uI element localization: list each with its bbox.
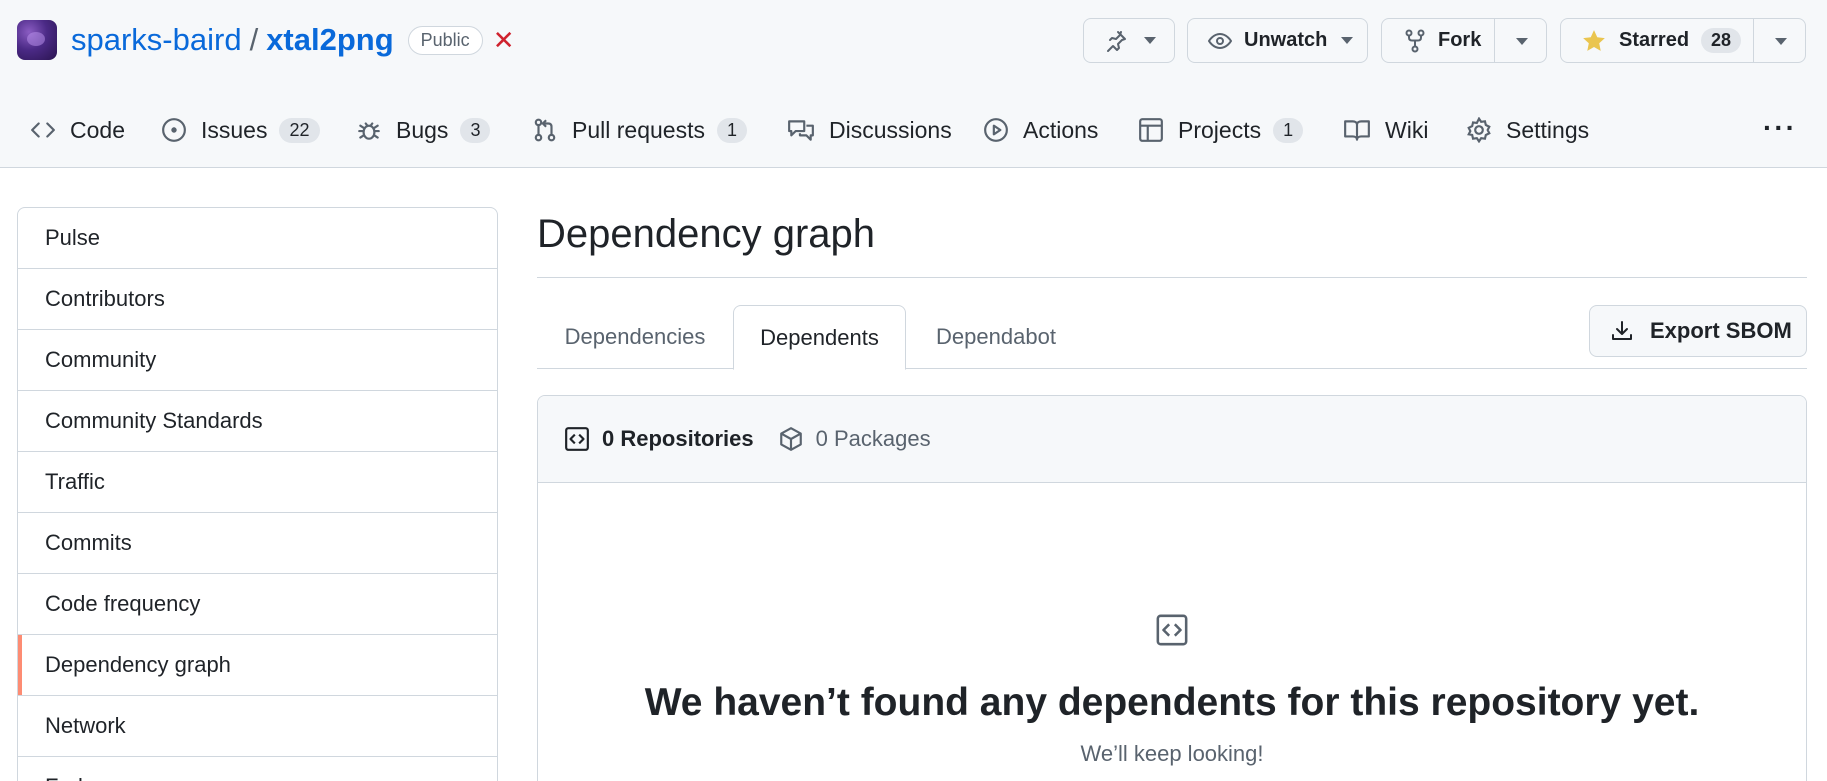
nav-label: Projects <box>1178 116 1262 143</box>
repo-separator: / <box>249 22 259 57</box>
issues-count: 22 <box>279 117 320 143</box>
star-count: 28 <box>1701 28 1742 53</box>
packages-count-label: 0 Packages <box>815 426 931 451</box>
chevron-down-icon <box>1144 37 1156 44</box>
status-x-icon[interactable]: ✕ <box>493 25 515 56</box>
nav-tab-projects[interactable]: Projects 1 <box>1138 105 1304 155</box>
sidebar-item-dependency-graph[interactable]: Dependency graph <box>18 635 497 696</box>
pin-icon <box>1104 29 1128 53</box>
repo-forked-icon <box>1404 29 1426 53</box>
code-square-icon <box>565 427 589 451</box>
repo-owner-link[interactable]: sparks-baird <box>71 22 242 58</box>
sidebar-item-forks[interactable]: Forks <box>18 757 497 781</box>
chevron-down-icon <box>1341 37 1354 44</box>
play-icon <box>984 118 1008 142</box>
packages-filter[interactable]: 0 Packages <box>778 426 931 452</box>
comment-discussion-icon <box>788 120 814 141</box>
sidebar-item-community[interactable]: Community <box>18 330 497 391</box>
repositories-count-label: 0 Repositories <box>602 426 754 451</box>
repo-header: sparks-baird / xtal2png Public ✕ Unwatch <box>0 0 1827 168</box>
repositories-filter[interactable]: 0 Repositories <box>564 426 754 452</box>
fork-button-group[interactable]: Fork <box>1381 18 1547 63</box>
star-label: Starred <box>1619 29 1690 51</box>
nav-label: Bugs <box>396 116 449 143</box>
bugs-count: 3 <box>460 117 491 143</box>
nav-label: Actions <box>1023 116 1099 143</box>
star-dropdown-chevron-icon[interactable] <box>1775 38 1787 45</box>
watch-button[interactable]: Unwatch <box>1187 18 1368 63</box>
sidebar-item-contributors[interactable]: Contributors <box>18 269 497 330</box>
sidebar-item-code-frequency[interactable]: Code frequency <box>18 574 497 635</box>
star-fill-icon <box>1581 28 1607 54</box>
sidebar-item-pulse[interactable]: Pulse <box>18 208 497 269</box>
dependents-box: 0 Repositories 0 Packages We haven’t fou… <box>537 395 1807 781</box>
code-icon <box>31 122 55 138</box>
sidebar-item-community-standards[interactable]: Community Standards <box>18 391 497 452</box>
nav-tab-discussions[interactable]: Discussions <box>787 105 952 155</box>
sidebar-item-commits[interactable]: Commits <box>18 513 497 574</box>
git-pull-request-icon <box>534 118 556 142</box>
title-divider <box>537 277 1807 278</box>
nav-tab-issues[interactable]: Issues 22 <box>161 105 320 155</box>
nav-tab-code[interactable]: Code <box>30 105 125 155</box>
blankslate-title: We haven’t found any dependents for this… <box>644 681 1700 724</box>
button-divider <box>1494 19 1495 62</box>
export-sbom-button[interactable]: Export SBOM <box>1589 305 1807 357</box>
sidebar-item-network[interactable]: Network <box>18 696 497 757</box>
tab-dependabot[interactable]: Dependabot <box>906 305 1086 369</box>
repo-nav: Code Issues 22 Bugs 3 Pull requests 1 Di… <box>0 105 1827 155</box>
nav-tab-settings[interactable]: Settings <box>1466 105 1589 155</box>
pin-button[interactable] <box>1083 18 1175 63</box>
issue-opened-icon <box>162 118 186 142</box>
bug-icon <box>358 122 380 140</box>
repo-name-link[interactable]: xtal2png <box>266 22 393 58</box>
tab-dependents[interactable]: Dependents <box>733 305 906 370</box>
nav-tab-actions[interactable]: Actions <box>983 105 1098 155</box>
nav-label: Wiki <box>1385 116 1429 143</box>
star-button-group[interactable]: Starred 28 <box>1560 18 1806 63</box>
gear-icon <box>1467 117 1491 143</box>
pull-requests-count: 1 <box>716 117 747 143</box>
visibility-badge: Public <box>407 25 483 55</box>
package-icon <box>779 427 802 451</box>
book-icon <box>1344 120 1370 141</box>
table-icon <box>1139 118 1163 142</box>
export-sbom-label: Export SBOM <box>1650 318 1792 343</box>
nav-tab-bugs[interactable]: Bugs 3 <box>356 105 491 155</box>
nav-more-icon[interactable]: ··· <box>1763 112 1797 144</box>
nav-label: Issues <box>201 116 268 143</box>
repo-title: sparks-baird / xtal2png Public ✕ <box>17 20 514 60</box>
nav-label: Pull requests <box>572 116 705 143</box>
page-title: Dependency graph <box>537 212 876 256</box>
dependents-filter-bar: 0 Repositories 0 Packages <box>538 396 1806 483</box>
tab-dependencies[interactable]: Dependencies <box>537 305 733 369</box>
nav-label: Discussions <box>829 116 952 143</box>
watch-label: Unwatch <box>1244 29 1328 51</box>
blankslate-subtitle: We’ll keep looking! <box>1080 741 1264 766</box>
download-icon <box>1612 321 1632 340</box>
button-divider <box>1753 19 1754 62</box>
insights-sidebar: Pulse Contributors Community Community S… <box>17 207 498 781</box>
fork-label: Fork <box>1438 29 1482 51</box>
nav-tab-pull-requests[interactable]: Pull requests 1 <box>532 105 747 155</box>
code-square-icon <box>1155 613 1189 652</box>
fork-dropdown-chevron-icon[interactable] <box>1516 38 1528 45</box>
projects-count: 1 <box>1273 117 1304 143</box>
nav-label: Settings <box>1506 116 1590 143</box>
owner-avatar[interactable] <box>17 20 57 60</box>
eye-icon <box>1208 29 1232 53</box>
nav-tab-wiki[interactable]: Wiki <box>1343 105 1428 155</box>
nav-label: Code <box>70 116 125 143</box>
sidebar-item-traffic[interactable]: Traffic <box>18 452 497 513</box>
